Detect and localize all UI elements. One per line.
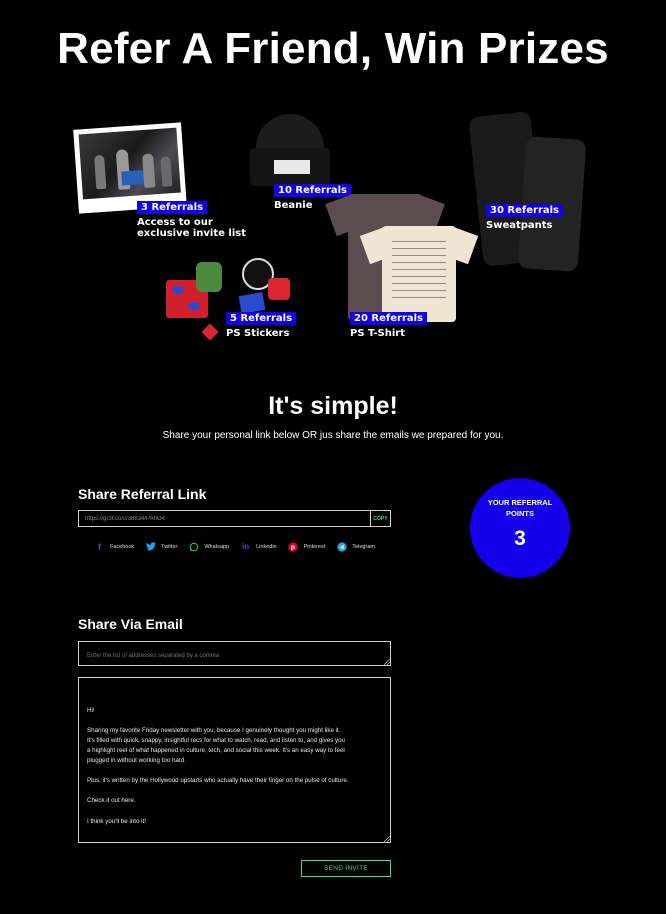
prize-description: Sweatpants: [486, 220, 553, 231]
prize-referrals-badge: 20 Referrals: [350, 312, 428, 325]
referral-link-input[interactable]: [79, 511, 370, 526]
share-via-email-heading: Share Via Email: [78, 616, 183, 632]
referral-points-label: YOUR REFERRAL POINTS: [487, 498, 553, 519]
prize-invite-list: 3 Referrals Access to our exclusive invi…: [137, 201, 246, 239]
share-label: Telegram: [352, 543, 375, 550]
share-referral-link-heading: Share Referral Link: [78, 486, 207, 502]
share-facebook[interactable]: f Facebook: [94, 541, 134, 552]
copy-button[interactable]: COPY: [370, 511, 390, 526]
referral-link-box: COPY: [78, 510, 391, 527]
share-buttons-row: f Facebook Twitter Whatsapp in Linkedin …: [94, 541, 386, 552]
share-whatsapp[interactable]: Whatsapp: [188, 541, 229, 552]
sweatpants-image: [466, 108, 587, 272]
page-title: Refer A Friend, Win Prizes: [57, 24, 609, 73]
prize-description: Access to our: [137, 217, 213, 228]
simple-title: It's simple!: [268, 392, 398, 420]
facebook-icon: f: [98, 541, 101, 552]
svg-text:p: p: [291, 545, 295, 551]
share-label: Facebook: [110, 543, 135, 550]
twitter-icon: [145, 541, 156, 552]
prize-referrals-badge: 3 Referrals: [137, 201, 208, 214]
pinterest-icon: p: [288, 541, 299, 552]
prize-description: PS Stickers: [226, 328, 290, 339]
send-invite-button[interactable]: SEND INVITE: [301, 860, 391, 877]
prize-description: exclusive invite list: [137, 228, 246, 239]
share-pinterest[interactable]: p Pinterest: [288, 541, 326, 552]
beanie-image: [250, 114, 330, 186]
light-tshirt-image: [359, 225, 479, 322]
referral-points-value: 3: [514, 526, 526, 550]
share-twitter[interactable]: Twitter: [145, 541, 177, 552]
email-message-textarea[interactable]: Hi! Sharing my favorite Friday newslette…: [78, 677, 391, 843]
prize-description: PS T-Shirt: [350, 328, 405, 339]
prize-referrals-badge: 30 Referrals: [486, 204, 564, 217]
share-linkedin[interactable]: in Linkedin: [240, 541, 277, 552]
linkedin-icon: in: [242, 542, 250, 551]
prize-stickers: 5 Referrals PS Stickers: [226, 312, 297, 339]
prize-sweatpants: 30 Referrals Sweatpants: [486, 204, 564, 231]
prize-tshirt: 20 Referrals PS T-Shirt: [350, 312, 428, 339]
share-telegram[interactable]: Telegram: [336, 541, 375, 552]
referral-points-badge: YOUR REFERRAL POINTS 3: [470, 478, 570, 578]
share-label: Linkedin: [256, 543, 277, 550]
event-photo-image: [73, 122, 187, 214]
share-label: Whatsapp: [204, 543, 230, 550]
prize-referrals-badge: 5 Referrals: [226, 312, 297, 325]
share-label: Twitter: [161, 543, 178, 550]
whatsapp-icon: [188, 541, 199, 552]
share-label: Pinterest: [303, 543, 326, 550]
email-addresses-input[interactable]: [78, 641, 391, 666]
simple-subtitle: Share your personal link below OR jus sh…: [162, 430, 504, 441]
telegram-icon: [336, 541, 347, 552]
